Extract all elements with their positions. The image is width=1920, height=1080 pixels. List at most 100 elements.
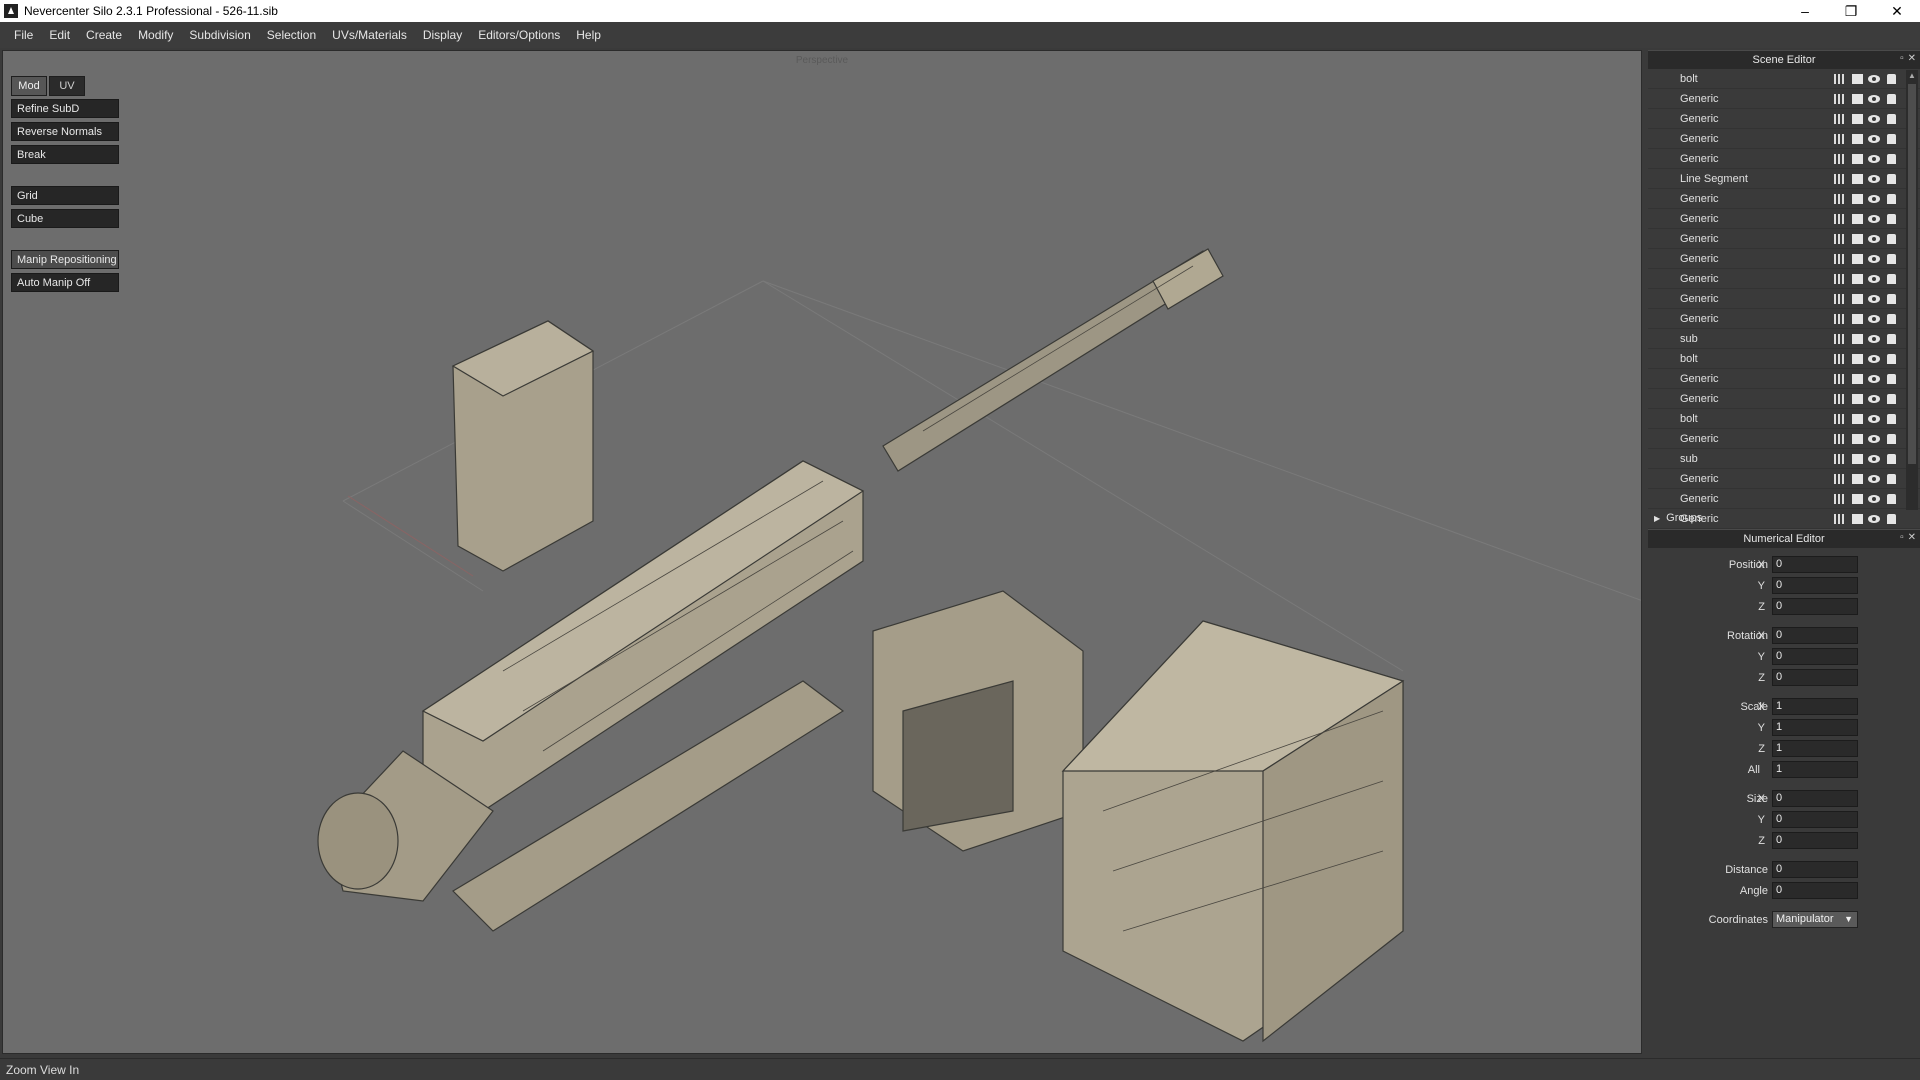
list-item[interactable]: Generic [1648, 489, 1920, 509]
scale-all-field[interactable]: 1 [1772, 761, 1858, 778]
shading-toggle-icon[interactable] [1850, 252, 1864, 265]
visibility-eye-icon[interactable] [1867, 312, 1881, 325]
manip-repositioning-button[interactable]: Manip Repositioning [11, 250, 119, 269]
tab-uv[interactable]: UV [49, 76, 85, 96]
undock-icon[interactable]: ▫ [1900, 53, 1904, 64]
list-item[interactable]: Generic [1648, 509, 1920, 529]
shading-toggle-icon[interactable] [1850, 292, 1864, 305]
lock-icon[interactable] [1884, 132, 1898, 145]
coordinates-dropdown[interactable]: Manipulator ▼ [1772, 911, 1858, 928]
visibility-eye-icon[interactable] [1867, 492, 1881, 505]
distance-field[interactable]: 0 [1772, 861, 1858, 878]
wireframe-toggle-icon[interactable] [1833, 72, 1847, 85]
wireframe-toggle-icon[interactable] [1833, 492, 1847, 505]
size-z-field[interactable]: 0 [1772, 832, 1858, 849]
reverse-normals-button[interactable]: Reverse Normals [11, 122, 119, 141]
wireframe-toggle-icon[interactable] [1833, 152, 1847, 165]
wireframe-toggle-icon[interactable] [1833, 432, 1847, 445]
wireframe-toggle-icon[interactable] [1833, 392, 1847, 405]
refine-subd-button[interactable]: Refine SubD [11, 99, 119, 118]
close-icon[interactable]: ✕ [1908, 53, 1916, 64]
list-item[interactable]: Generic [1648, 369, 1920, 389]
wireframe-toggle-icon[interactable] [1833, 312, 1847, 325]
list-item[interactable]: sub [1648, 329, 1920, 349]
lock-icon[interactable] [1884, 272, 1898, 285]
size-y-field[interactable]: 0 [1772, 811, 1858, 828]
visibility-eye-icon[interactable] [1867, 112, 1881, 125]
visibility-eye-icon[interactable] [1867, 392, 1881, 405]
wireframe-toggle-icon[interactable] [1833, 472, 1847, 485]
shading-toggle-icon[interactable] [1850, 412, 1864, 425]
shading-toggle-icon[interactable] [1850, 452, 1864, 465]
menu-file[interactable]: File [6, 28, 41, 42]
lock-icon[interactable] [1884, 392, 1898, 405]
shading-toggle-icon[interactable] [1850, 72, 1864, 85]
list-item[interactable]: Generic [1648, 289, 1920, 309]
machine-gun-model[interactable] [3, 51, 1642, 1054]
lock-icon[interactable] [1884, 352, 1898, 365]
visibility-eye-icon[interactable] [1867, 432, 1881, 445]
list-item[interactable]: Generic [1648, 309, 1920, 329]
visibility-eye-icon[interactable] [1867, 232, 1881, 245]
lock-icon[interactable] [1884, 512, 1898, 525]
shading-toggle-icon[interactable] [1850, 372, 1864, 385]
visibility-eye-icon[interactable] [1867, 332, 1881, 345]
shading-toggle-icon[interactable] [1850, 492, 1864, 505]
lock-icon[interactable] [1884, 232, 1898, 245]
lock-icon[interactable] [1884, 292, 1898, 305]
cube-button[interactable]: Cube [11, 209, 119, 228]
list-item[interactable]: sub [1648, 449, 1920, 469]
minimize-button[interactable]: – [1782, 0, 1828, 22]
lock-icon[interactable] [1884, 412, 1898, 425]
shading-toggle-icon[interactable] [1850, 132, 1864, 145]
lock-icon[interactable] [1884, 492, 1898, 505]
visibility-eye-icon[interactable] [1867, 152, 1881, 165]
break-button[interactable]: Break [11, 145, 119, 164]
position-z-field[interactable]: 0 [1772, 598, 1858, 615]
visibility-eye-icon[interactable] [1867, 272, 1881, 285]
shading-toggle-icon[interactable] [1850, 92, 1864, 105]
menu-selection[interactable]: Selection [259, 28, 324, 42]
shading-toggle-icon[interactable] [1850, 392, 1864, 405]
size-x-field[interactable]: 0 [1772, 790, 1858, 807]
list-item[interactable]: Generic [1648, 189, 1920, 209]
list-item[interactable]: Generic [1648, 269, 1920, 289]
visibility-eye-icon[interactable] [1867, 412, 1881, 425]
rotation-x-field[interactable]: 0 [1772, 627, 1858, 644]
visibility-eye-icon[interactable] [1867, 372, 1881, 385]
shading-toggle-icon[interactable] [1850, 312, 1864, 325]
wireframe-toggle-icon[interactable] [1833, 172, 1847, 185]
restore-button[interactable]: ❐ [1828, 0, 1874, 22]
menu-subdivision[interactable]: Subdivision [181, 28, 258, 42]
wireframe-toggle-icon[interactable] [1833, 132, 1847, 145]
lock-icon[interactable] [1884, 192, 1898, 205]
visibility-eye-icon[interactable] [1867, 472, 1881, 485]
list-item[interactable]: bolt [1648, 69, 1920, 89]
wireframe-toggle-icon[interactable] [1833, 412, 1847, 425]
shading-toggle-icon[interactable] [1850, 332, 1864, 345]
visibility-eye-icon[interactable] [1867, 212, 1881, 225]
list-item[interactable]: Generic [1648, 109, 1920, 129]
menu-create[interactable]: Create [78, 28, 130, 42]
shading-toggle-icon[interactable] [1850, 432, 1864, 445]
wireframe-toggle-icon[interactable] [1833, 272, 1847, 285]
rotation-y-field[interactable]: 0 [1772, 648, 1858, 665]
wireframe-toggle-icon[interactable] [1833, 512, 1847, 525]
wireframe-toggle-icon[interactable] [1833, 232, 1847, 245]
lock-icon[interactable] [1884, 92, 1898, 105]
grid-button[interactable]: Grid [11, 186, 119, 205]
visibility-eye-icon[interactable] [1867, 292, 1881, 305]
list-item[interactable]: Generic [1648, 149, 1920, 169]
visibility-eye-icon[interactable] [1867, 132, 1881, 145]
list-item[interactable]: Line Segment [1648, 169, 1920, 189]
wireframe-toggle-icon[interactable] [1833, 92, 1847, 105]
menu-modify[interactable]: Modify [130, 28, 181, 42]
visibility-eye-icon[interactable] [1867, 192, 1881, 205]
lock-icon[interactable] [1884, 312, 1898, 325]
lock-icon[interactable] [1884, 152, 1898, 165]
undock-icon[interactable]: ▫ [1900, 532, 1904, 543]
shading-toggle-icon[interactable] [1850, 152, 1864, 165]
perspective-viewport[interactable]: Perspective Mod UV Refine SubD Reverse N… [2, 50, 1642, 1054]
close-icon[interactable]: ✕ [1908, 532, 1916, 543]
scroll-up-icon[interactable]: ▲ [1906, 70, 1918, 82]
